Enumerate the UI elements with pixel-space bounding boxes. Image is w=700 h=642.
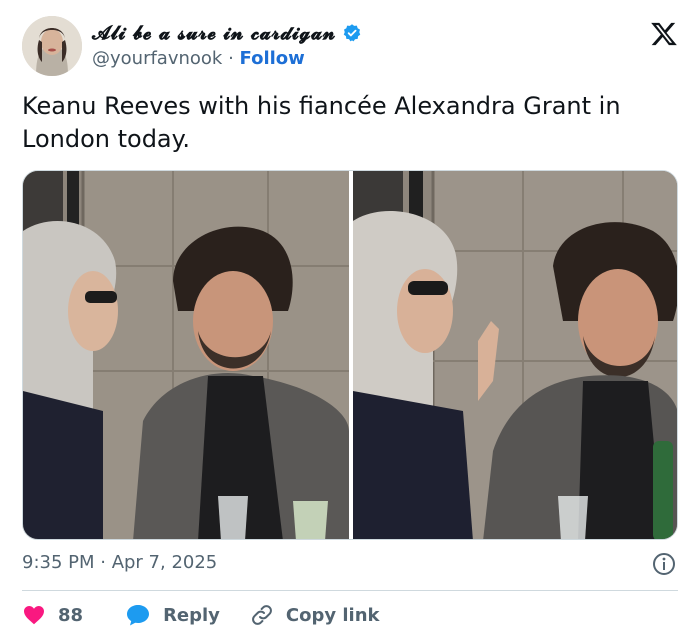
photo-right[interactable] <box>353 171 678 540</box>
tweet-media[interactable] <box>22 170 678 540</box>
avatar-image <box>22 16 82 76</box>
like-button[interactable]: 88 <box>22 603 95 627</box>
avatar[interactable] <box>22 16 82 76</box>
display-name[interactable]: 𝓐𝓵𝓲 𝓫𝓮 𝓪 𝓼𝓾𝓻𝓮 𝓲𝓷 𝓬𝓪𝓻𝓭𝓲𝓰𝓪𝓷 <box>92 22 336 44</box>
x-logo-icon[interactable] <box>650 20 678 48</box>
handle-row: @yourfavnook · Follow <box>92 48 305 69</box>
tweet-actions: 88 Reply Copy link <box>22 600 410 630</box>
handle[interactable]: @yourfavnook <box>92 48 222 69</box>
tweet-text: Keanu Reeves with his fiancée Alexandra … <box>22 92 621 153</box>
heart-icon <box>24 606 44 625</box>
copy-link-label: Copy link <box>285 604 380 626</box>
divider <box>22 590 678 591</box>
speech-bubble-icon <box>127 605 150 626</box>
tweet-meta: 9:35 PM · Apr 7, 2025 <box>22 552 678 576</box>
media-photos <box>23 171 678 540</box>
info-icon[interactable] <box>652 552 676 576</box>
handle-separator: · <box>222 48 240 69</box>
follow-button[interactable]: Follow <box>240 48 305 69</box>
link-icon <box>252 605 272 625</box>
reply-button[interactable]: Reply <box>125 603 220 627</box>
like-count: 88 <box>58 604 84 626</box>
photo-left[interactable] <box>23 171 349 540</box>
copy-link-button[interactable]: Copy link <box>250 603 380 627</box>
tweet-header: 𝓐𝓵𝓲 𝓫𝓮 𝓪 𝓼𝓾𝓻𝓮 𝓲𝓷 𝓬𝓪𝓻𝓭𝓲𝓰𝓪𝓷 @yourfavnook ·… <box>22 16 682 78</box>
verified-badge-icon <box>343 24 360 42</box>
reply-label: Reply <box>163 604 220 626</box>
timestamp[interactable]: 9:35 PM · Apr 7, 2025 <box>22 552 217 573</box>
name-row: 𝓐𝓵𝓲 𝓫𝓮 𝓪 𝓼𝓾𝓻𝓮 𝓲𝓷 𝓬𝓪𝓻𝓭𝓲𝓰𝓪𝓷 <box>92 22 362 44</box>
